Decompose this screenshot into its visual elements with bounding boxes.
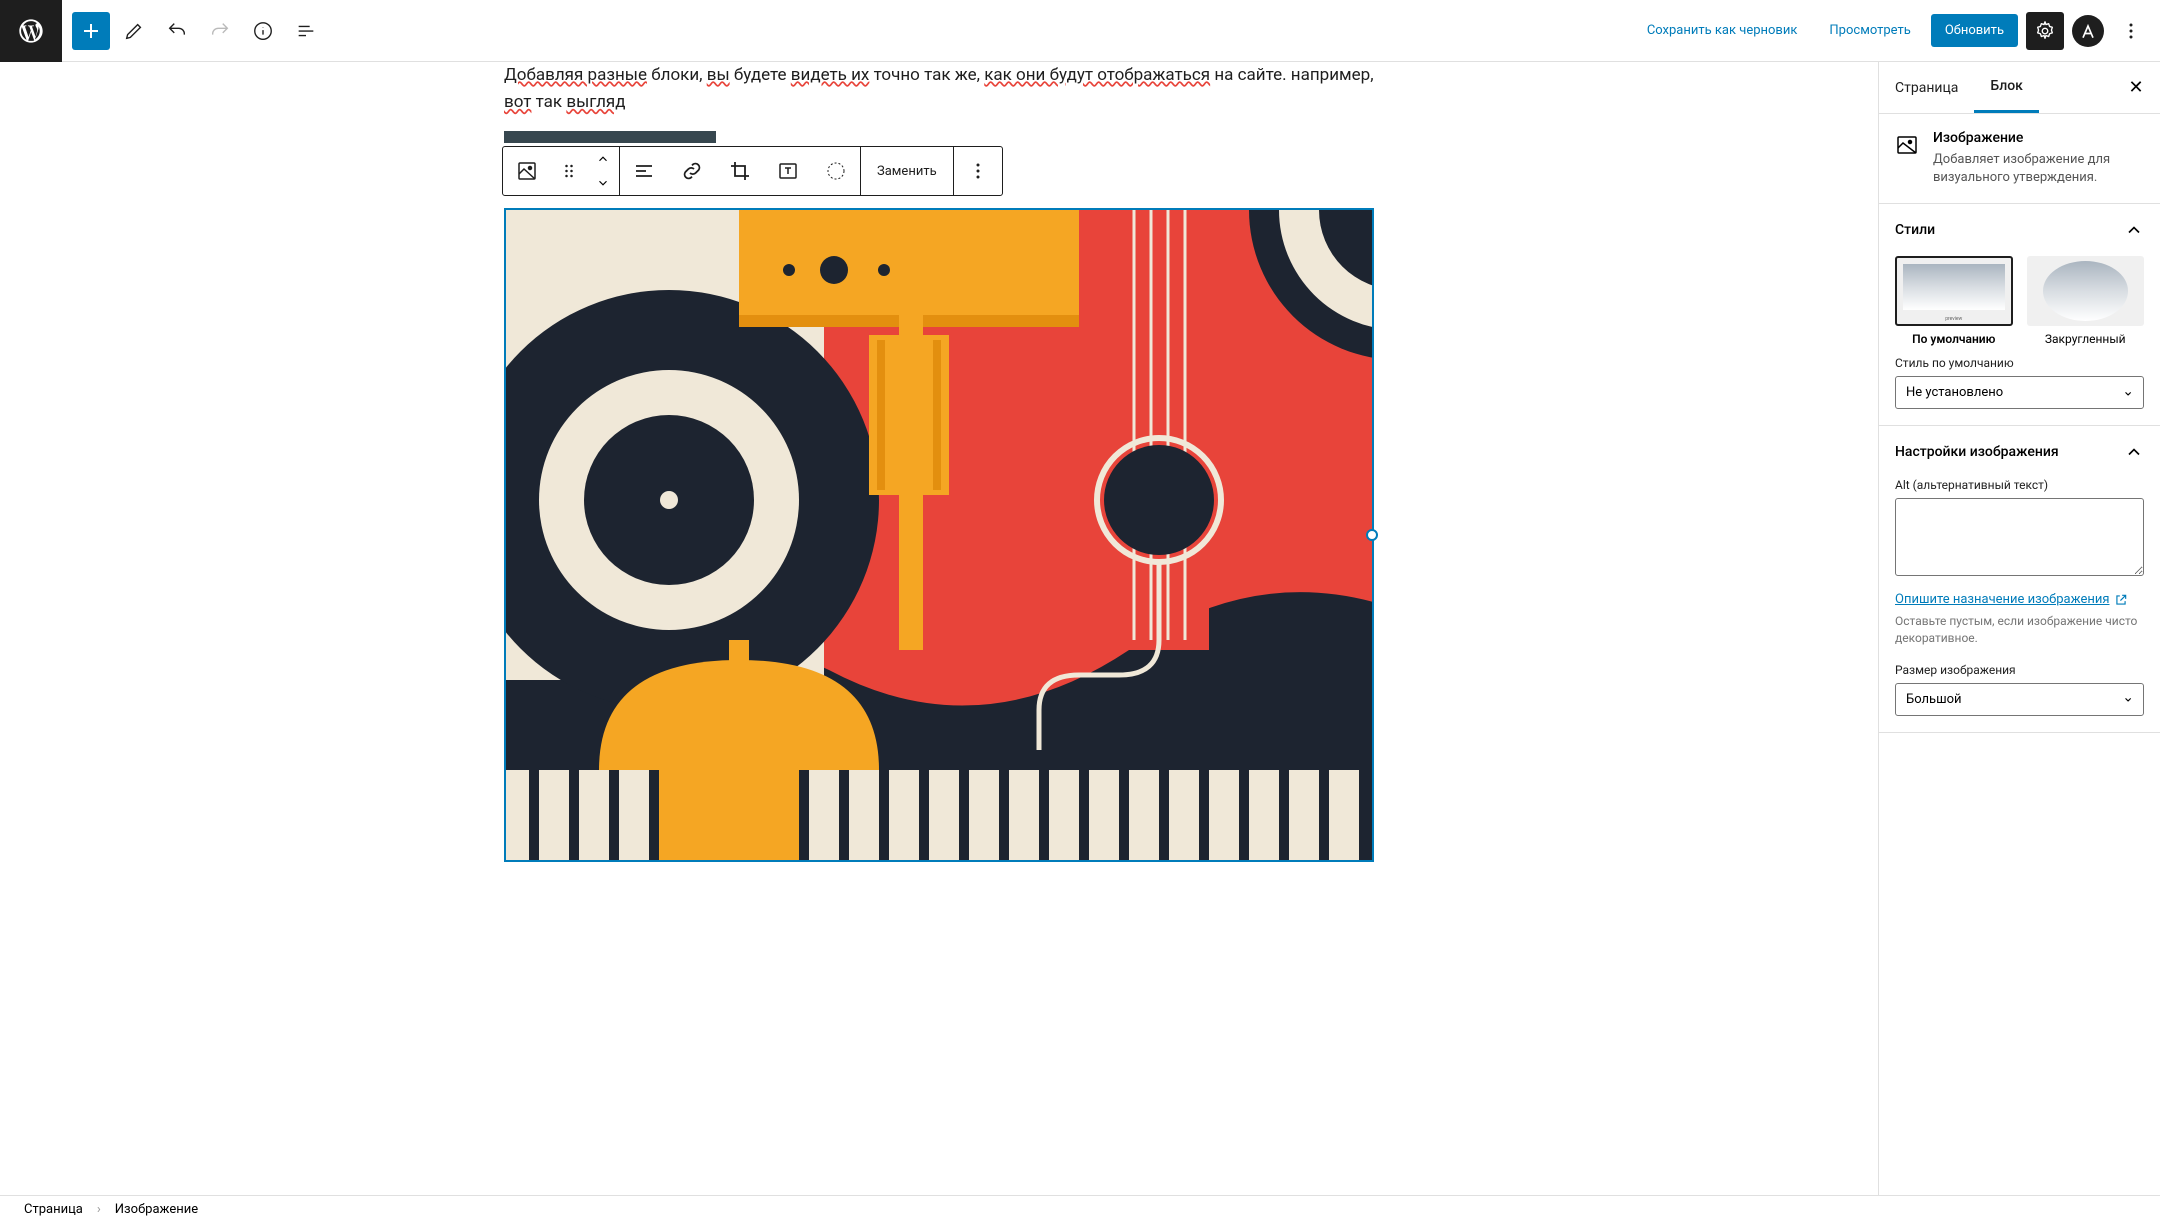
image-settings-toggle[interactable]: Настройки изображения (1879, 426, 2160, 478)
image-size-select[interactable]: Большой (1895, 683, 2144, 716)
default-style-select[interactable]: Не установлено (1895, 376, 2144, 409)
tab-block[interactable]: Блок (1974, 62, 2039, 113)
breadcrumb-root[interactable]: Страница (24, 1202, 83, 1217)
move-down-button[interactable] (587, 171, 619, 195)
image-block[interactable] (504, 208, 1374, 862)
image-artwork (506, 210, 1372, 860)
chevron-up-icon (2124, 220, 2144, 240)
style-default-option[interactable]: preview По умолчанию (1895, 256, 2013, 346)
block-more-button[interactable] (954, 147, 1002, 195)
link-button[interactable] (668, 147, 716, 195)
tab-page[interactable]: Страница (1879, 62, 1974, 113)
add-block-button[interactable] (72, 12, 110, 50)
alt-text-input[interactable] (1895, 498, 2144, 576)
breadcrumb-separator: › (97, 1202, 101, 1217)
breadcrumb: Страница › Изображение (0, 1195, 2160, 1223)
block-selection-indicator (504, 131, 716, 143)
block-type-button[interactable] (503, 147, 551, 195)
styles-panel-toggle[interactable]: Стили (1879, 204, 2160, 256)
default-style-label: Стиль по умолчанию (1895, 356, 2144, 370)
undo-button[interactable] (158, 12, 196, 50)
image-size-label: Размер изображения (1895, 663, 2144, 677)
external-link-icon (2114, 593, 2128, 607)
update-button[interactable]: Обновить (1931, 14, 2018, 47)
align-button[interactable] (620, 147, 668, 195)
close-sidebar-button[interactable]: ✕ (2120, 72, 2152, 104)
duotone-button[interactable] (812, 147, 860, 195)
chevron-up-icon (2124, 442, 2144, 462)
settings-button[interactable] (2026, 12, 2064, 50)
alt-help-text: Оставьте пустым, если изображение чисто … (1895, 613, 2144, 647)
top-toolbar: Сохранить как черновик Просмотреть Обнов… (0, 0, 2160, 62)
block-description: Добавляет изображение для визуального ут… (1933, 151, 2144, 187)
save-draft-button[interactable]: Сохранить как черновик (1635, 15, 1810, 46)
drag-handle[interactable] (551, 147, 587, 195)
editor-canvas[interactable]: Добавляя разные блоки, вы будете видеть … (0, 62, 1878, 1195)
block-title: Изображение (1933, 130, 2144, 146)
image-settings-panel: Настройки изображения Alt (альтернативны… (1879, 426, 2160, 733)
block-info-card: Изображение Добавляет изображение для ви… (1879, 114, 2160, 204)
user-avatar[interactable] (2072, 15, 2104, 47)
text-overlay-button[interactable] (764, 147, 812, 195)
preview-button[interactable]: Просмотреть (1817, 15, 1922, 46)
alt-describe-link[interactable]: Опишите назначение изображения (1895, 592, 2128, 607)
more-options-button[interactable] (2112, 12, 2150, 50)
redo-button[interactable] (201, 12, 239, 50)
edit-tool-button[interactable] (115, 12, 153, 50)
outline-button[interactable] (287, 12, 325, 50)
breadcrumb-current[interactable]: Изображение (115, 1202, 198, 1217)
image-block-icon (1895, 133, 1919, 157)
info-button[interactable] (244, 12, 282, 50)
block-toolbar: Заменить (502, 146, 1003, 196)
style-rounded-option[interactable]: Закругленный (2027, 256, 2145, 346)
styles-panel: Стили preview По умолчанию Закругленный (1879, 204, 2160, 426)
paragraph-block[interactable]: Добавляя разные блоки, вы будете видеть … (504, 62, 1374, 116)
sidebar-tabs: Страница Блок ✕ (1879, 62, 2160, 114)
alt-text-label: Alt (альтернативный текст) (1895, 478, 2144, 492)
replace-button[interactable]: Заменить (861, 147, 953, 195)
wordpress-logo[interactable] (0, 0, 62, 62)
resize-handle[interactable] (1366, 529, 1378, 541)
move-up-button[interactable] (587, 147, 619, 171)
crop-button[interactable] (716, 147, 764, 195)
settings-sidebar: Страница Блок ✕ Изображение Добавляет из… (1878, 62, 2160, 1195)
